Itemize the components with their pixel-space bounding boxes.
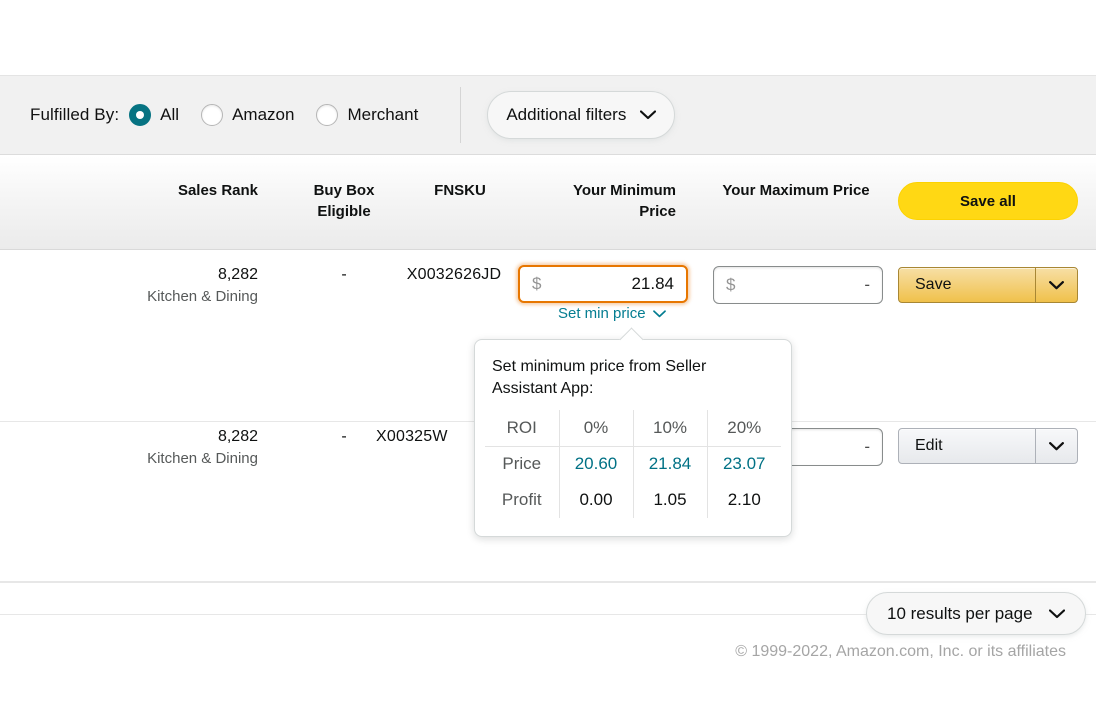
column-header-buy-box-eligible: Buy Box Eligible [290, 180, 398, 222]
popup-row-profit: Profit 0.00 1.05 2.10 [485, 482, 781, 518]
popup-roi-1: 10% [633, 410, 707, 446]
row2-edit-dropdown-caret[interactable] [1035, 429, 1077, 463]
column-header-sales-rank: Sales Rank [110, 180, 258, 201]
additional-filters-button[interactable]: Additional filters [487, 91, 675, 139]
radio-merchant-icon[interactable] [316, 104, 338, 126]
popup-roi-2: 20% [707, 410, 781, 446]
popup-profit-2: 2.10 [707, 482, 781, 518]
row1-max-price-value: - [735, 275, 870, 295]
bottom-divider-top [0, 582, 1096, 583]
chevron-down-icon [653, 310, 666, 318]
row2-category: Kitchen & Dining [38, 450, 258, 467]
fulfilled-by-label: Fulfilled By: [30, 105, 119, 125]
filter-divider [460, 87, 461, 143]
popup-label-profit: Profit [485, 482, 559, 518]
min-price-line1: Your Minimum [532, 180, 676, 201]
radio-amazon-icon[interactable] [201, 104, 223, 126]
row2-edit-label: Edit [899, 429, 1035, 463]
row1-save-label: Save [899, 268, 1035, 302]
row1-min-price-input[interactable]: $ 21.84 [518, 265, 688, 303]
row1-max-currency-symbol: $ [726, 275, 735, 295]
row1-save-dropdown-caret[interactable] [1035, 268, 1077, 302]
row1-fnsku: X0032626JD [392, 266, 516, 284]
row1-min-currency-symbol: $ [532, 274, 541, 294]
row1-min-price-value: 21.84 [541, 274, 674, 294]
popup-row-roi: ROI 0% 10% 20% [485, 410, 781, 446]
results-per-page-button[interactable]: 10 results per page [866, 592, 1086, 635]
column-header-fnsku: FNSKU [408, 180, 512, 201]
radio-option-amazon[interactable]: Amazon [201, 104, 308, 126]
chevron-down-icon [640, 110, 656, 120]
column-header-your-minimum-price: Your Minimum Price [532, 180, 676, 222]
row2-edit-button[interactable]: Edit [898, 428, 1078, 464]
radio-all-label: All [160, 105, 179, 125]
radio-option-all[interactable]: All [129, 104, 193, 126]
popup-label-price: Price [485, 446, 559, 482]
radio-option-merchant[interactable]: Merchant [316, 104, 432, 126]
popup-price-1[interactable]: 21.84 [633, 446, 707, 482]
buy-box-line2: Eligible [290, 201, 398, 222]
filter-bar: Fulfilled By: All Amazon Merchant Additi… [0, 75, 1096, 155]
save-all-button[interactable]: Save all [898, 182, 1078, 220]
chevron-down-icon [1049, 609, 1065, 619]
popup-price-0[interactable]: 20.60 [559, 446, 633, 482]
buy-box-line1: Buy Box [290, 180, 398, 201]
pricing-page: Fulfilled By: All Amazon Merchant Additi… [0, 0, 1116, 712]
min-price-line2: Price [532, 201, 676, 222]
additional-filters-label: Additional filters [506, 105, 626, 125]
popup-profit-0: 0.00 [559, 482, 633, 518]
row1-category: Kitchen & Dining [38, 288, 258, 305]
row1-buy-box-eligible: - [290, 266, 398, 284]
column-header-your-maximum-price: Your Maximum Price [700, 180, 892, 201]
row1-sales-rank: 8,282 [110, 266, 258, 284]
copyright-text: © 1999-2022, Amazon.com, Inc. or its aff… [0, 643, 1066, 661]
set-min-price-label: Set min price [558, 305, 646, 322]
popup-roi-0: 0% [559, 410, 633, 446]
radio-amazon-label: Amazon [232, 105, 294, 125]
set-min-price-popup: Set minimum price from Seller Assistant … [474, 339, 792, 537]
top-white-band [0, 0, 1096, 75]
results-per-page-label: 10 results per page [887, 604, 1033, 624]
popup-label-roi: ROI [485, 410, 559, 446]
radio-all-icon[interactable] [129, 104, 151, 126]
row2-sales-rank: 8,282 [110, 428, 258, 446]
popup-row-price: Price 20.60 21.84 23.07 [485, 446, 781, 482]
row1-save-button[interactable]: Save [898, 267, 1078, 303]
fulfilled-by-radio-group: All Amazon Merchant [129, 104, 440, 126]
popup-price-2[interactable]: 23.07 [707, 446, 781, 482]
popup-title: Set minimum price from Seller Assistant … [492, 356, 752, 400]
popup-profit-1: 1.05 [633, 482, 707, 518]
radio-merchant-label: Merchant [347, 105, 418, 125]
row1-max-price-input[interactable]: $ - [713, 266, 883, 304]
popup-pricing-table: ROI 0% 10% 20% Price 20.60 21.84 23.07 P… [485, 410, 781, 518]
row1-set-min-price-link[interactable]: Set min price [558, 305, 666, 322]
